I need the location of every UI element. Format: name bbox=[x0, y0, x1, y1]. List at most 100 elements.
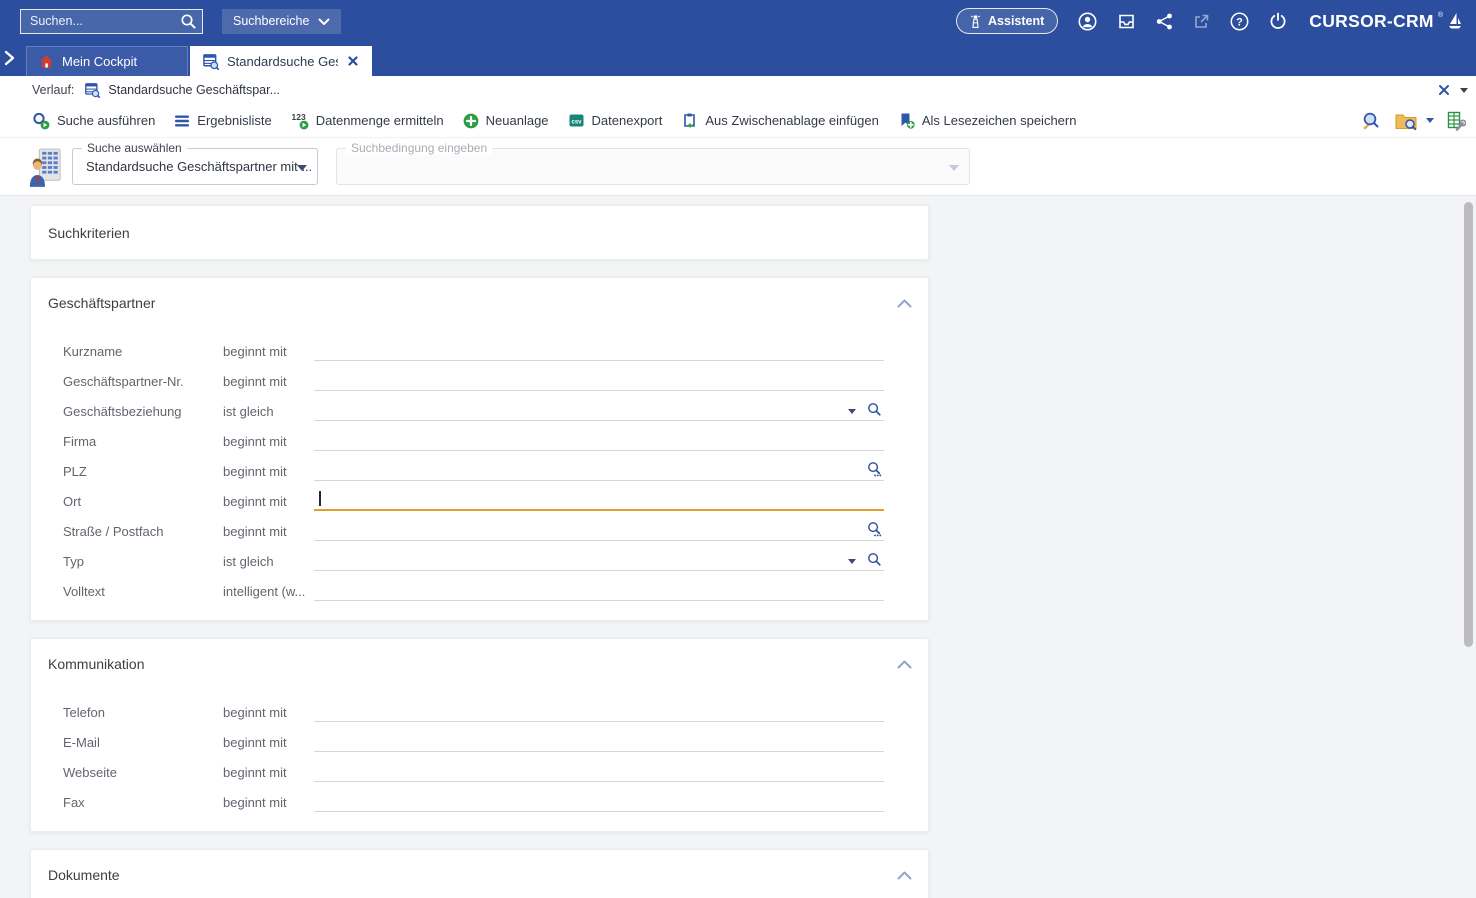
criteria-input[interactable] bbox=[318, 429, 836, 449]
assistant-label: Assistent bbox=[988, 14, 1044, 28]
history-dropdown-icon[interactable] bbox=[1460, 88, 1468, 93]
assistant-button[interactable]: Assistent bbox=[956, 8, 1058, 34]
criteria-input[interactable] bbox=[318, 730, 836, 750]
search-edit-icon[interactable] bbox=[1361, 111, 1381, 131]
help-icon[interactable]: ? bbox=[1230, 12, 1249, 31]
lookup-more-search-icon[interactable] bbox=[867, 461, 882, 477]
field-operator[interactable]: beginnt mit bbox=[223, 494, 287, 509]
field-input-area[interactable] bbox=[314, 457, 884, 481]
field-input-area[interactable] bbox=[314, 517, 884, 541]
search-select-row: Suche auswählen Standardsuche Geschäftsp… bbox=[0, 138, 1476, 196]
topbar: Suchbereiche Assistent bbox=[0, 0, 1476, 42]
search-condition-field[interactable]: Suchbedingung eingeben bbox=[336, 148, 970, 185]
section-title: Geschäftspartner bbox=[31, 295, 928, 337]
criteria-input[interactable] bbox=[318, 489, 836, 508]
field-label: Kurzname bbox=[63, 344, 122, 359]
data-export-button[interactable]: csv Datenexport bbox=[568, 112, 663, 129]
power-icon[interactable] bbox=[1269, 12, 1287, 30]
search-select-dropdown[interactable]: Suche auswählen Standardsuche Geschäftsp… bbox=[72, 148, 318, 185]
save-bookmark-button[interactable]: Als Lesezeichen speichern bbox=[898, 112, 1077, 129]
user-icon[interactable] bbox=[1078, 12, 1097, 31]
search-input[interactable] bbox=[20, 9, 203, 34]
field-label: Webseite bbox=[63, 765, 117, 780]
field-operator[interactable]: beginnt mit bbox=[223, 464, 287, 479]
collapse-section-icon[interactable] bbox=[897, 660, 912, 669]
create-new-button[interactable]: Neuanlage bbox=[463, 113, 549, 129]
chevron-down-icon[interactable] bbox=[848, 559, 856, 564]
criteria-row: Webseite beginnt mit bbox=[31, 758, 928, 788]
search-icon[interactable] bbox=[180, 13, 197, 30]
table-settings-icon[interactable] bbox=[1447, 111, 1466, 131]
collapse-section-icon[interactable] bbox=[897, 299, 912, 308]
field-label: Telefon bbox=[63, 705, 105, 720]
lookup-search-icon[interactable] bbox=[867, 402, 882, 417]
field-operator[interactable]: beginnt mit bbox=[223, 705, 287, 720]
history-entry[interactable]: Standardsuche Geschäftspar... bbox=[108, 83, 280, 97]
brand-registered-mark: ® bbox=[1438, 12, 1443, 19]
field-operator[interactable]: beginnt mit bbox=[223, 795, 287, 810]
lookup-more-search-icon[interactable] bbox=[867, 521, 882, 537]
paste-clipboard-button[interactable]: Aus Zwischenablage einfügen bbox=[681, 112, 878, 129]
collapse-section-icon[interactable] bbox=[897, 871, 912, 880]
criteria-input[interactable] bbox=[318, 579, 836, 599]
criteria-input[interactable] bbox=[318, 519, 836, 539]
criteria-input[interactable] bbox=[318, 790, 836, 810]
field-input-area[interactable] bbox=[314, 547, 884, 571]
external-link-icon[interactable] bbox=[1193, 13, 1210, 30]
criteria-input[interactable] bbox=[318, 369, 836, 389]
section-title: Dokumente bbox=[31, 867, 928, 898]
criteria-input[interactable] bbox=[318, 700, 836, 720]
criteria-input[interactable] bbox=[318, 339, 836, 359]
field-input-area[interactable] bbox=[314, 577, 884, 601]
field-input-area[interactable] bbox=[314, 367, 884, 391]
field-operator[interactable]: beginnt mit bbox=[223, 344, 287, 359]
chevron-down-icon[interactable] bbox=[848, 409, 856, 414]
tab-close-icon[interactable] bbox=[346, 54, 360, 68]
criteria-input[interactable] bbox=[318, 459, 836, 479]
field-operator[interactable]: beginnt mit bbox=[223, 374, 287, 389]
table-search-icon bbox=[202, 53, 219, 70]
field-label: Geschäftsbeziehung bbox=[63, 404, 182, 419]
page-title: Suchkriterien bbox=[48, 225, 130, 241]
field-operator[interactable]: beginnt mit bbox=[223, 765, 287, 780]
vertical-scrollbar[interactable] bbox=[1464, 202, 1473, 647]
field-input-area[interactable] bbox=[314, 337, 884, 361]
criteria-section: DokumenteAnlagedatumliegt zwischen bbox=[30, 849, 929, 898]
field-operator[interactable]: beginnt mit bbox=[223, 524, 287, 539]
search-folder-icon[interactable] bbox=[1394, 111, 1434, 131]
field-operator[interactable]: beginnt mit bbox=[223, 735, 287, 750]
criteria-row: Geschäftspartner-Nr.beginnt mit bbox=[31, 367, 928, 397]
count-records-button[interactable]: 123 Datenmenge ermitteln bbox=[291, 112, 444, 130]
tab-label: Standardsuche Gesc... bbox=[227, 54, 338, 69]
result-list-button[interactable]: Ergebnisliste bbox=[174, 113, 271, 129]
home-icon bbox=[39, 54, 54, 69]
field-operator[interactable]: ist gleich bbox=[223, 404, 274, 419]
field-operator[interactable]: intelligent (w... bbox=[223, 584, 305, 599]
field-input-area[interactable] bbox=[314, 487, 884, 511]
svg-text:csv: csv bbox=[571, 119, 582, 125]
criteria-input[interactable] bbox=[318, 760, 836, 780]
lookup-search-icon[interactable] bbox=[867, 552, 882, 567]
field-operator[interactable]: ist gleich bbox=[223, 554, 274, 569]
sailboat-logo-icon bbox=[1447, 12, 1462, 30]
field-input-area[interactable] bbox=[314, 788, 884, 812]
field-input-area[interactable] bbox=[314, 758, 884, 782]
criteria-row: E-Mailbeginnt mit bbox=[31, 728, 928, 758]
share-icon[interactable] bbox=[1156, 13, 1173, 30]
tab-standardsuche[interactable]: Standardsuche Gesc... bbox=[190, 46, 372, 76]
field-input-area[interactable] bbox=[314, 698, 884, 722]
toolbar-label: Aus Zwischenablage einfügen bbox=[705, 113, 878, 128]
criteria-input[interactable] bbox=[318, 399, 836, 419]
criteria-input[interactable] bbox=[318, 549, 836, 569]
field-input-area[interactable] bbox=[314, 397, 884, 421]
field-input-area[interactable] bbox=[314, 728, 884, 752]
result-list-icon bbox=[174, 113, 190, 129]
inbox-tray-icon[interactable] bbox=[1117, 13, 1136, 30]
tab-mein-cockpit[interactable]: Mein Cockpit bbox=[26, 46, 188, 76]
close-history-icon[interactable] bbox=[1438, 84, 1450, 96]
field-input-area[interactable] bbox=[314, 427, 884, 451]
sidebar-expand-icon[interactable] bbox=[3, 50, 15, 69]
run-search-button[interactable]: Suche ausführen bbox=[32, 112, 155, 130]
field-operator[interactable]: beginnt mit bbox=[223, 434, 287, 449]
search-areas-button[interactable]: Suchbereiche bbox=[222, 9, 341, 34]
